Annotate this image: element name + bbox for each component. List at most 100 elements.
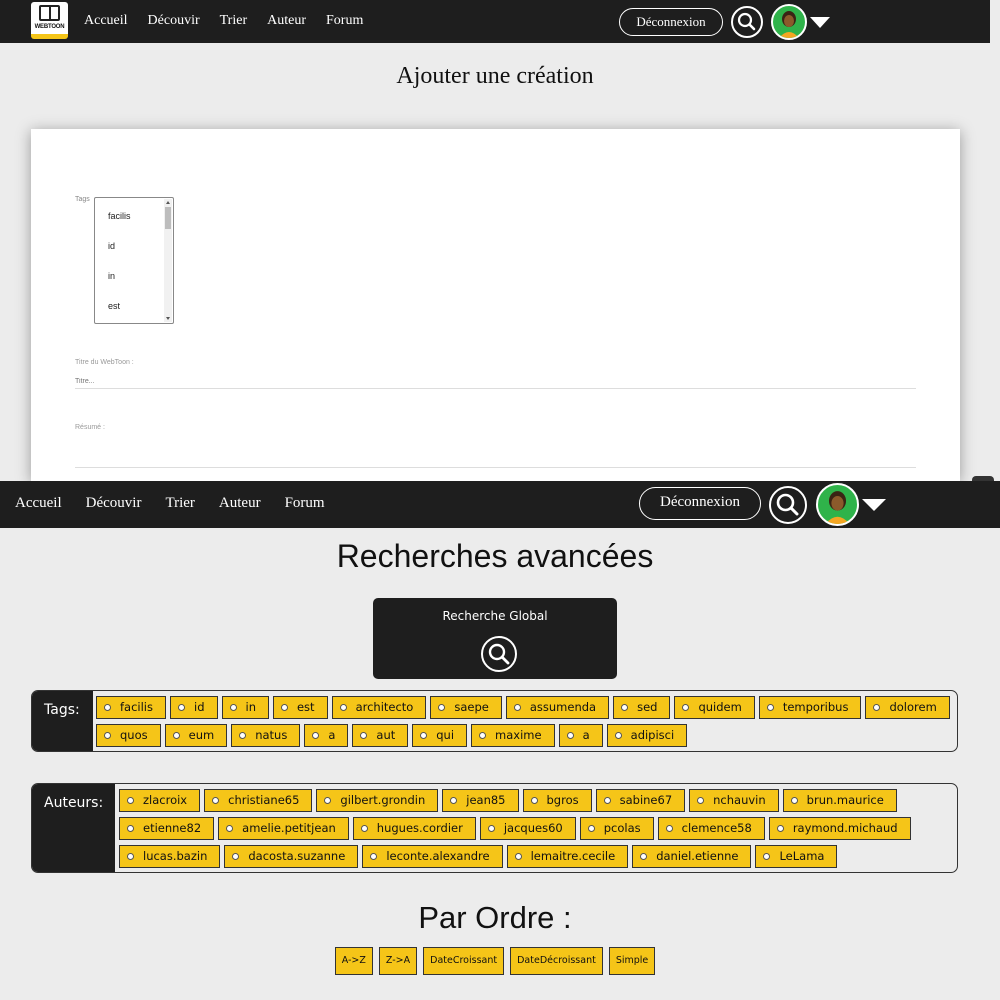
radio-icon[interactable] (360, 732, 368, 739)
radio-icon[interactable] (229, 704, 237, 711)
tag-option[interactable]: est (108, 301, 120, 311)
radio-icon[interactable] (790, 797, 798, 804)
tag-chip[interactable]: dolorem (865, 696, 950, 719)
tag-chip[interactable]: a (304, 724, 349, 747)
radio-icon[interactable] (776, 825, 784, 832)
radio-icon[interactable] (479, 732, 487, 739)
tag-chip[interactable]: adipisci (606, 724, 688, 747)
tag-chip[interactable]: quos (96, 724, 161, 747)
radio-icon[interactable] (587, 825, 595, 832)
radio-icon[interactable] (640, 853, 648, 860)
nav-link-forum[interactable]: Forum (326, 13, 363, 29)
tag-chip[interactable]: a (558, 724, 603, 747)
nav-link-accueil[interactable]: Accueil (84, 13, 128, 29)
radio-icon[interactable] (566, 732, 574, 739)
order-button[interactable]: Z->A (378, 947, 418, 975)
author-chip[interactable]: christiane65 (204, 789, 313, 812)
scrollbar-thumb[interactable] (165, 207, 171, 229)
nav-link-auteur[interactable]: Auteur (219, 495, 261, 512)
author-chip[interactable]: dacosta.suzanne (224, 845, 359, 868)
radio-icon[interactable] (127, 853, 134, 860)
radio-icon[interactable] (226, 825, 234, 832)
radio-icon[interactable] (603, 797, 611, 804)
chevron-down-icon[interactable] (862, 499, 886, 511)
webtoon-logo[interactable]: WEBTOON (31, 2, 68, 39)
nav-link-trier[interactable]: Trier (165, 495, 194, 512)
author-chip[interactable]: nchauvin (689, 789, 779, 812)
radio-icon[interactable] (280, 704, 288, 711)
radio-icon[interactable] (339, 704, 347, 711)
tag-chip[interactable]: eum (164, 724, 228, 747)
radio-icon[interactable] (360, 825, 368, 832)
nav-link-trier[interactable]: Trier (220, 13, 248, 29)
radio-icon[interactable] (324, 797, 332, 804)
radio-icon[interactable] (614, 732, 622, 739)
author-chip[interactable]: pcolas (579, 817, 654, 840)
author-chip[interactable]: amelie.petitjean (218, 817, 349, 840)
search-icon[interactable] (731, 6, 763, 38)
radio-icon[interactable] (312, 732, 320, 739)
radio-icon[interactable] (873, 704, 881, 711)
radio-icon[interactable] (487, 825, 495, 832)
logout-button[interactable]: Déconnexion (619, 8, 723, 36)
tag-chip[interactable]: assumenda (505, 696, 610, 719)
tag-chip[interactable]: qui (412, 724, 468, 747)
nav-link-auteur[interactable]: Auteur (267, 13, 306, 29)
author-chip[interactable]: zlacroix (119, 789, 201, 812)
radio-icon[interactable] (513, 704, 521, 711)
radio-icon[interactable] (766, 704, 774, 711)
radio-icon[interactable] (438, 704, 446, 711)
nav-link-forum[interactable]: Forum (285, 495, 325, 512)
chevron-down-icon[interactable] (810, 17, 830, 28)
nav-link-decouvrir[interactable]: Découvir (148, 13, 200, 29)
author-chip[interactable]: daniel.etienne (632, 845, 752, 868)
author-chip[interactable]: LeLama (755, 845, 838, 868)
radio-icon[interactable] (530, 797, 538, 804)
radio-icon[interactable] (104, 732, 111, 739)
tag-chip[interactable]: facilis (96, 696, 166, 719)
author-chip[interactable]: brun.maurice (782, 789, 897, 812)
order-button[interactable]: Simple (608, 947, 656, 975)
author-chip[interactable]: hugues.cordier (352, 817, 476, 840)
tag-chip[interactable]: architecto (331, 696, 427, 719)
author-chip[interactable]: lucas.bazin (119, 845, 221, 868)
webtoon-title-input[interactable] (75, 374, 916, 389)
nav-link-decouvrir[interactable]: Découvir (86, 495, 142, 512)
order-button[interactable]: A->Z (334, 947, 373, 975)
tag-chip[interactable]: sed (613, 696, 671, 719)
author-chip[interactable]: leconte.alexandre (362, 845, 503, 868)
radio-icon[interactable] (104, 704, 111, 711)
author-chip[interactable]: raymond.michaud (768, 817, 911, 840)
tag-chip[interactable]: quidem (674, 696, 755, 719)
radio-icon[interactable] (127, 825, 134, 832)
order-button[interactable]: DateCroissant (423, 947, 505, 975)
avatar[interactable] (816, 483, 859, 526)
tag-chip[interactable]: maxime (471, 724, 555, 747)
author-chip[interactable]: lemaitre.cecile (506, 845, 629, 868)
author-chip[interactable]: clemence58 (657, 817, 765, 840)
tag-chip[interactable]: in (221, 696, 269, 719)
scroll-down-icon[interactable] (166, 317, 170, 320)
tags-multiselect[interactable]: facilis id in est (94, 197, 174, 324)
radio-icon[interactable] (232, 853, 240, 860)
radio-icon[interactable] (172, 732, 180, 739)
tag-chip[interactable]: id (170, 696, 218, 719)
tag-option[interactable]: in (108, 271, 115, 281)
radio-icon[interactable] (127, 797, 134, 804)
author-chip[interactable]: etienne82 (119, 817, 215, 840)
radio-icon[interactable] (682, 704, 690, 711)
tag-option[interactable]: id (108, 241, 115, 251)
search-icon[interactable] (769, 486, 807, 524)
radio-icon[interactable] (514, 853, 522, 860)
avatar[interactable] (771, 4, 807, 40)
radio-icon[interactable] (370, 853, 378, 860)
author-chip[interactable]: bgros (522, 789, 592, 812)
tag-chip[interactable]: temporibus (758, 696, 862, 719)
author-chip[interactable]: jacques60 (479, 817, 576, 840)
radio-icon[interactable] (665, 825, 673, 832)
order-button[interactable]: DateDécroissant (510, 947, 603, 975)
tag-chip[interactable]: est (272, 696, 328, 719)
author-chip[interactable]: gilbert.grondin (316, 789, 439, 812)
radio-icon[interactable] (621, 704, 629, 711)
tag-option[interactable]: facilis (108, 211, 131, 221)
